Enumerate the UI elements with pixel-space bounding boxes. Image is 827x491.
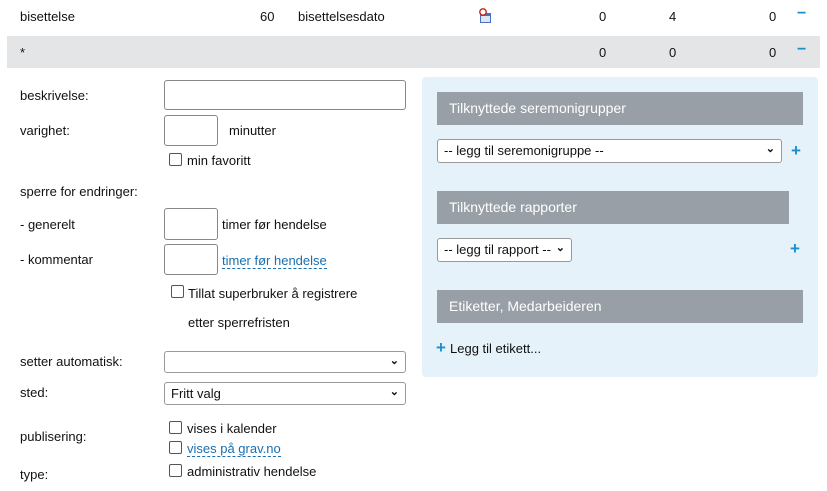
row-count-2: 0 — [669, 45, 677, 60]
kommentar-link[interactable]: timer før hendelse — [222, 253, 327, 269]
grav-checkbox[interactable] — [169, 441, 182, 454]
kalender-checkbox[interactable] — [169, 421, 182, 434]
setter-select[interactable]: ⌄ — [164, 351, 406, 373]
generelt-suffix: timer før hendelse — [222, 217, 327, 232]
table-row: * 0 0 0 − — [7, 36, 820, 68]
remove-button[interactable]: − — [797, 41, 806, 59]
row-count-2: 4 — [669, 9, 677, 24]
chevron-down-icon: ⌄ — [765, 143, 775, 155]
remove-button[interactable]: − — [797, 5, 806, 23]
add-etikett-link[interactable]: Legg til etikett... — [450, 341, 541, 356]
sperre-label: sperre for endringer: — [20, 184, 138, 199]
grav-link[interactable]: vises på grav.no — [187, 441, 281, 457]
rapport-header: Tilknyttede rapporter — [437, 191, 789, 224]
add-rapport-button[interactable]: + — [790, 239, 800, 259]
rapport-select-value: -- legg til rapport -- — [444, 242, 551, 257]
seremoni-select-value: -- legg til seremonigruppe -- — [444, 143, 604, 158]
chevron-down-icon: ⌄ — [389, 386, 399, 398]
minutter-label: minutter — [229, 123, 276, 138]
seremoni-select[interactable]: -- legg til seremonigruppe -- ⌄ — [437, 139, 782, 163]
generelt-input[interactable] — [164, 208, 218, 240]
row-name: * — [20, 45, 26, 60]
row-count-1: 0 — [599, 45, 607, 60]
superbruker-checkbox[interactable] — [171, 285, 184, 298]
table-row: bisettelse 60 bisettelsesdato 0 4 0 − — [7, 0, 820, 32]
administrativ-label: administrativ hendelse — [187, 464, 317, 479]
administrativ-checkbox[interactable] — [169, 464, 182, 477]
beskrivelse-label: beskrivelse: — [20, 88, 89, 103]
etikett-header: Etiketter, Medarbeideren — [437, 290, 803, 323]
calendar-clock-icon — [478, 8, 492, 27]
row-duration: 60 — [260, 9, 275, 24]
row-field: bisettelsesdato — [298, 9, 385, 24]
type-label: type: — [20, 467, 49, 482]
row-name: bisettelse — [20, 9, 75, 24]
rapport-select[interactable]: -- legg til rapport -- ⌄ — [437, 238, 572, 262]
row-count-1: 0 — [599, 9, 607, 24]
row-count-3: 0 — [769, 45, 777, 60]
publisering-label: publisering: — [20, 429, 87, 444]
varighet-label: varighet: — [20, 123, 70, 138]
setter-label: setter automatisk: — [20, 354, 123, 369]
sted-label: sted: — [20, 385, 49, 400]
sted-value: Fritt valg — [171, 386, 221, 401]
generelt-label: - generelt — [20, 217, 75, 232]
sted-select[interactable]: Fritt valg ⌄ — [164, 382, 406, 405]
row-count-3: 0 — [769, 9, 777, 24]
plus-icon[interactable]: + — [436, 338, 446, 358]
beskrivelse-input[interactable] — [164, 80, 406, 110]
favoritt-checkbox[interactable] — [169, 153, 182, 166]
favoritt-label: min favoritt — [187, 153, 251, 168]
kommentar-input[interactable] — [164, 244, 218, 275]
seremoni-header: Tilknyttede seremonigrupper — [437, 92, 803, 125]
add-seremoni-button[interactable]: + — [791, 141, 801, 161]
chevron-down-icon: ⌄ — [389, 355, 399, 367]
superbruker-label-2: etter sperrefristen — [188, 315, 290, 330]
kalender-label: vises i kalender — [187, 421, 277, 436]
superbruker-label: Tillat superbruker å registrere — [188, 286, 358, 301]
chevron-down-icon: ⌄ — [555, 242, 565, 254]
kommentar-label: - kommentar — [20, 252, 93, 267]
varighet-input[interactable] — [164, 115, 218, 146]
